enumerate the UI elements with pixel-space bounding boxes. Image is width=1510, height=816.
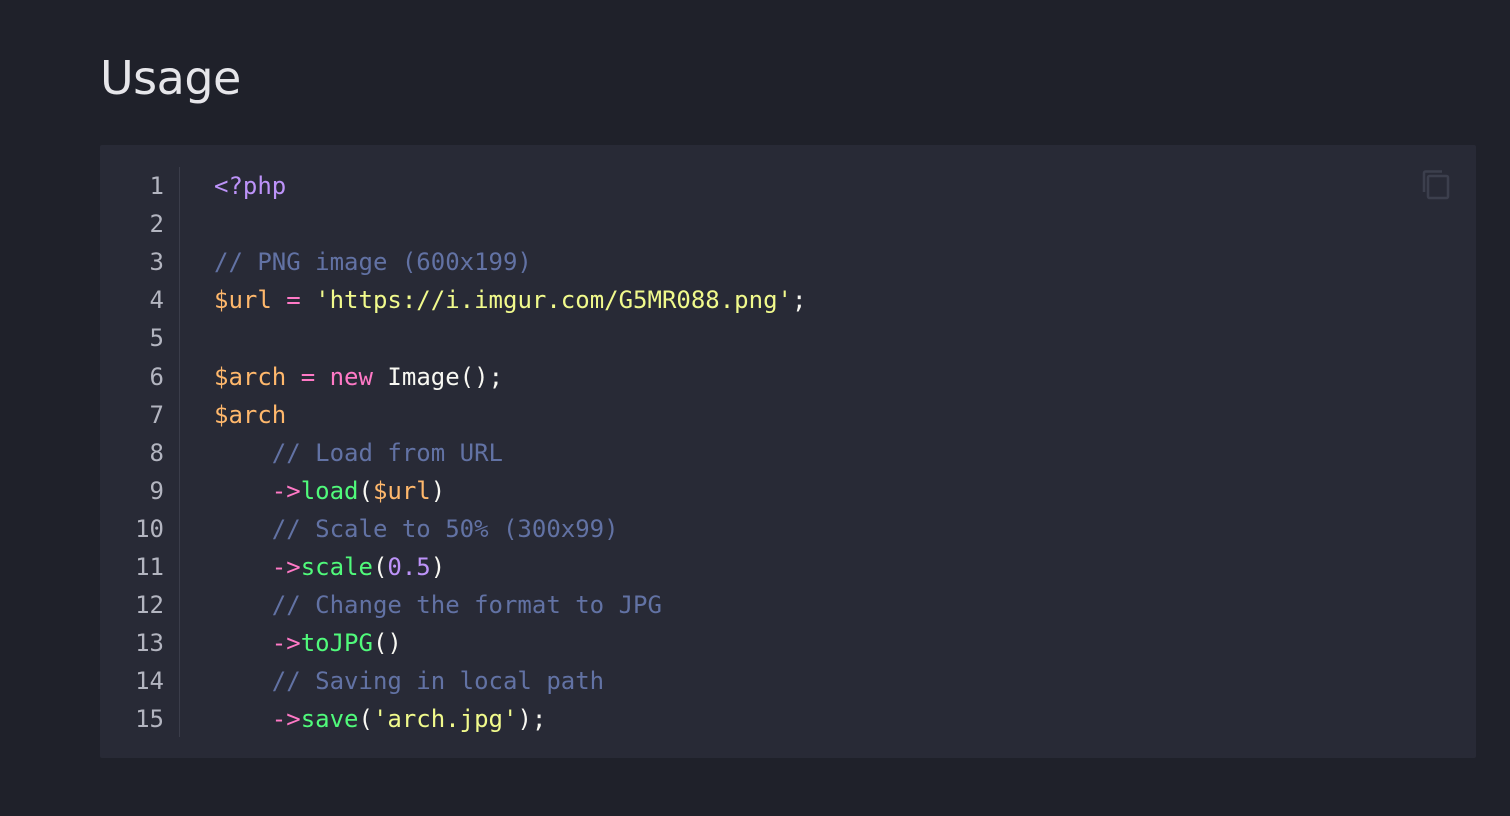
code-line: // Change the format to JPG: [214, 586, 662, 624]
code-line: ->toJPG(): [214, 624, 402, 662]
code-token: $url: [372, 477, 431, 505]
code-token: ->: [271, 477, 301, 505]
section-title: Usage: [100, 51, 241, 105]
code-line: $arch = new Image();: [214, 358, 503, 396]
code-line: $url = 'https://i.imgur.com/G5MR088.png'…: [214, 281, 806, 319]
code-line: // PNG image (600x199): [214, 243, 532, 281]
code-token: toJPG: [300, 629, 373, 657]
code-token: // PNG image (600x199): [214, 248, 532, 276]
line-number: 11: [135, 553, 164, 581]
code-token: (: [372, 553, 388, 581]
line-number: 12: [135, 591, 164, 619]
code-line: $arch: [214, 396, 286, 434]
line-number: 2: [149, 210, 164, 238]
code-token: // Saving in local path: [271, 667, 605, 695]
line-number: 4: [149, 286, 164, 314]
code-token: ): [430, 553, 446, 581]
line-number: 15: [135, 705, 164, 733]
copy-icon[interactable]: [1420, 168, 1452, 202]
code-token: =: [300, 363, 316, 391]
code-token: 'https://i.imgur.com/G5MR088.png': [315, 286, 792, 314]
code-line: ->load($url): [214, 472, 445, 510]
code-line: // Load from URL: [214, 434, 503, 472]
code-token: new: [329, 363, 373, 391]
code-token: =: [286, 286, 301, 314]
code-token: $url: [214, 286, 272, 314]
code-token: ;: [791, 286, 807, 314]
code-token: // Scale to 50% (300x99): [271, 515, 619, 543]
code-line: // Scale to 50% (300x99): [214, 510, 619, 548]
line-number: 13: [135, 629, 164, 657]
code-token: (: [358, 477, 373, 505]
code-token: <?php: [214, 172, 287, 200]
code-token: );: [517, 705, 547, 733]
code-token: ->: [271, 553, 301, 581]
code-line: ->scale(0.5): [214, 548, 445, 586]
code-line: // Saving in local path: [214, 662, 604, 700]
line-number: 10: [135, 515, 164, 543]
line-number: 6: [149, 363, 164, 391]
code-token: ->: [271, 705, 301, 733]
code-token: $arch: [214, 363, 287, 391]
code-line: ->save('arch.jpg');: [214, 700, 547, 738]
code-token: save: [300, 705, 359, 733]
code-token: 0.5: [387, 553, 431, 581]
line-number: 1: [149, 172, 164, 200]
code-token: 'arch.jpg': [372, 705, 518, 733]
code-token: ): [430, 477, 446, 505]
code-token: // Change the format to JPG: [271, 591, 662, 619]
line-number: 14: [135, 667, 164, 695]
code-token: (): [372, 629, 402, 657]
line-number: 7: [149, 401, 164, 429]
line-number: 3: [149, 248, 164, 276]
code-token: $arch: [214, 401, 287, 429]
line-number: 8: [149, 439, 164, 467]
code-token: Image();: [372, 363, 504, 391]
code-token: load: [300, 477, 359, 505]
code-token: ->: [271, 629, 301, 657]
code-token: scale: [300, 553, 373, 581]
line-number: 5: [149, 324, 164, 352]
code-token: (: [358, 705, 373, 733]
code-token: // Load from URL: [271, 439, 503, 467]
code-line: <?php: [214, 167, 286, 205]
line-number: 9: [149, 477, 164, 505]
